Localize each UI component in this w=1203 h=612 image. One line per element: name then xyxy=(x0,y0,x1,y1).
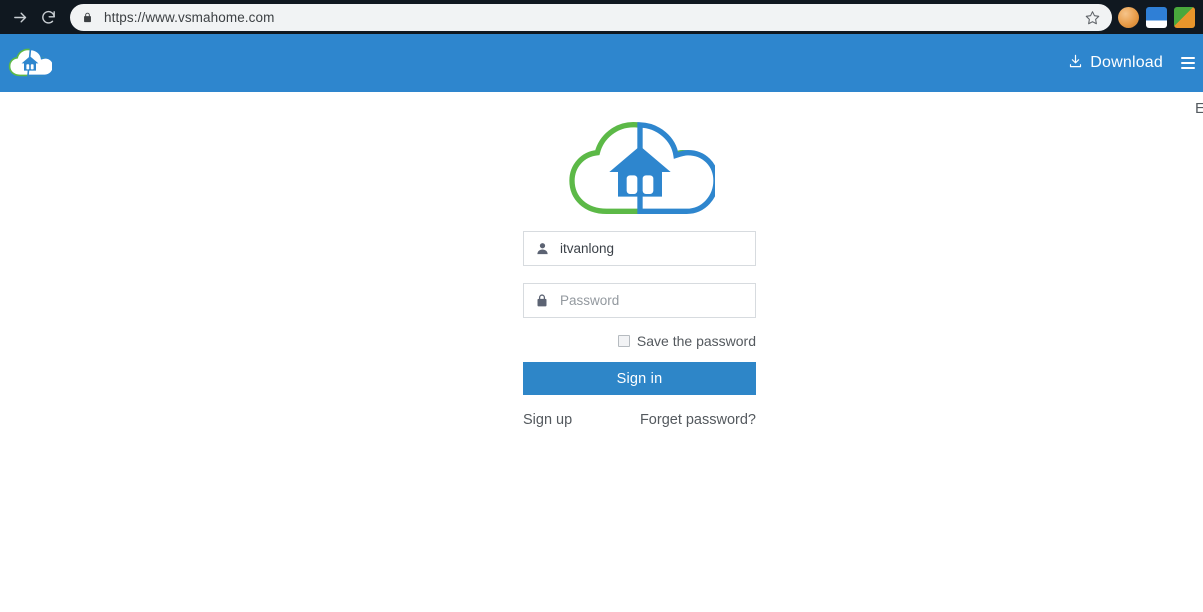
hamburger-line xyxy=(1181,62,1195,64)
lock-icon xyxy=(82,11,93,24)
extension-green-icon[interactable] xyxy=(1174,6,1195,28)
extensions-tray xyxy=(1118,6,1197,28)
download-label: Download xyxy=(1090,54,1163,71)
reload-button[interactable] xyxy=(34,3,62,31)
save-password-checkbox[interactable] xyxy=(617,335,630,347)
site-header: Download xyxy=(0,34,1203,92)
password-input[interactable]: Password xyxy=(523,283,756,318)
signup-link[interactable]: Sign up xyxy=(523,412,572,428)
username-value: itvanlong xyxy=(560,241,615,256)
download-button[interactable]: Download xyxy=(1068,53,1163,74)
forward-button[interactable] xyxy=(6,3,34,31)
login-logo xyxy=(523,92,756,222)
download-icon xyxy=(1068,53,1083,74)
star-icon[interactable] xyxy=(1075,10,1100,25)
hamburger-menu-icon[interactable] xyxy=(1181,57,1195,69)
browser-toolbar: https://www.vsmahome.com xyxy=(0,0,1203,34)
signin-button[interactable]: Sign in xyxy=(523,362,756,395)
user-icon xyxy=(524,241,560,256)
vsmahome-cloud-home-logo[interactable] xyxy=(8,46,52,80)
arrow-forward-icon xyxy=(12,9,29,26)
login-panel: itvanlong Password Save the password Sig… xyxy=(523,92,756,428)
hamburger-line xyxy=(1181,67,1195,69)
address-bar[interactable]: https://www.vsmahome.com xyxy=(70,3,1112,31)
cloud-home-logo-small xyxy=(8,48,52,77)
login-links-row: Sign up Forget password? xyxy=(523,412,756,428)
hamburger-line xyxy=(1181,57,1195,59)
page-content: E itvanlong Password Save the password S… xyxy=(0,92,1203,612)
reload-icon xyxy=(40,9,57,26)
language-selector[interactable]: E xyxy=(1195,100,1203,117)
password-placeholder: Password xyxy=(560,293,620,308)
cloud-home-logo xyxy=(568,121,715,214)
extension-orange-icon[interactable] xyxy=(1118,6,1139,28)
save-password-row[interactable]: Save the password xyxy=(523,333,756,349)
lock-icon xyxy=(524,293,560,308)
extension-blue-icon[interactable] xyxy=(1146,6,1167,28)
address-bar-url: https://www.vsmahome.com xyxy=(104,9,275,25)
forget-password-link[interactable]: Forget password? xyxy=(640,412,756,428)
username-input[interactable]: itvanlong xyxy=(523,231,756,266)
header-right-group: Download xyxy=(1068,53,1203,74)
save-password-label: Save the password xyxy=(636,333,756,349)
